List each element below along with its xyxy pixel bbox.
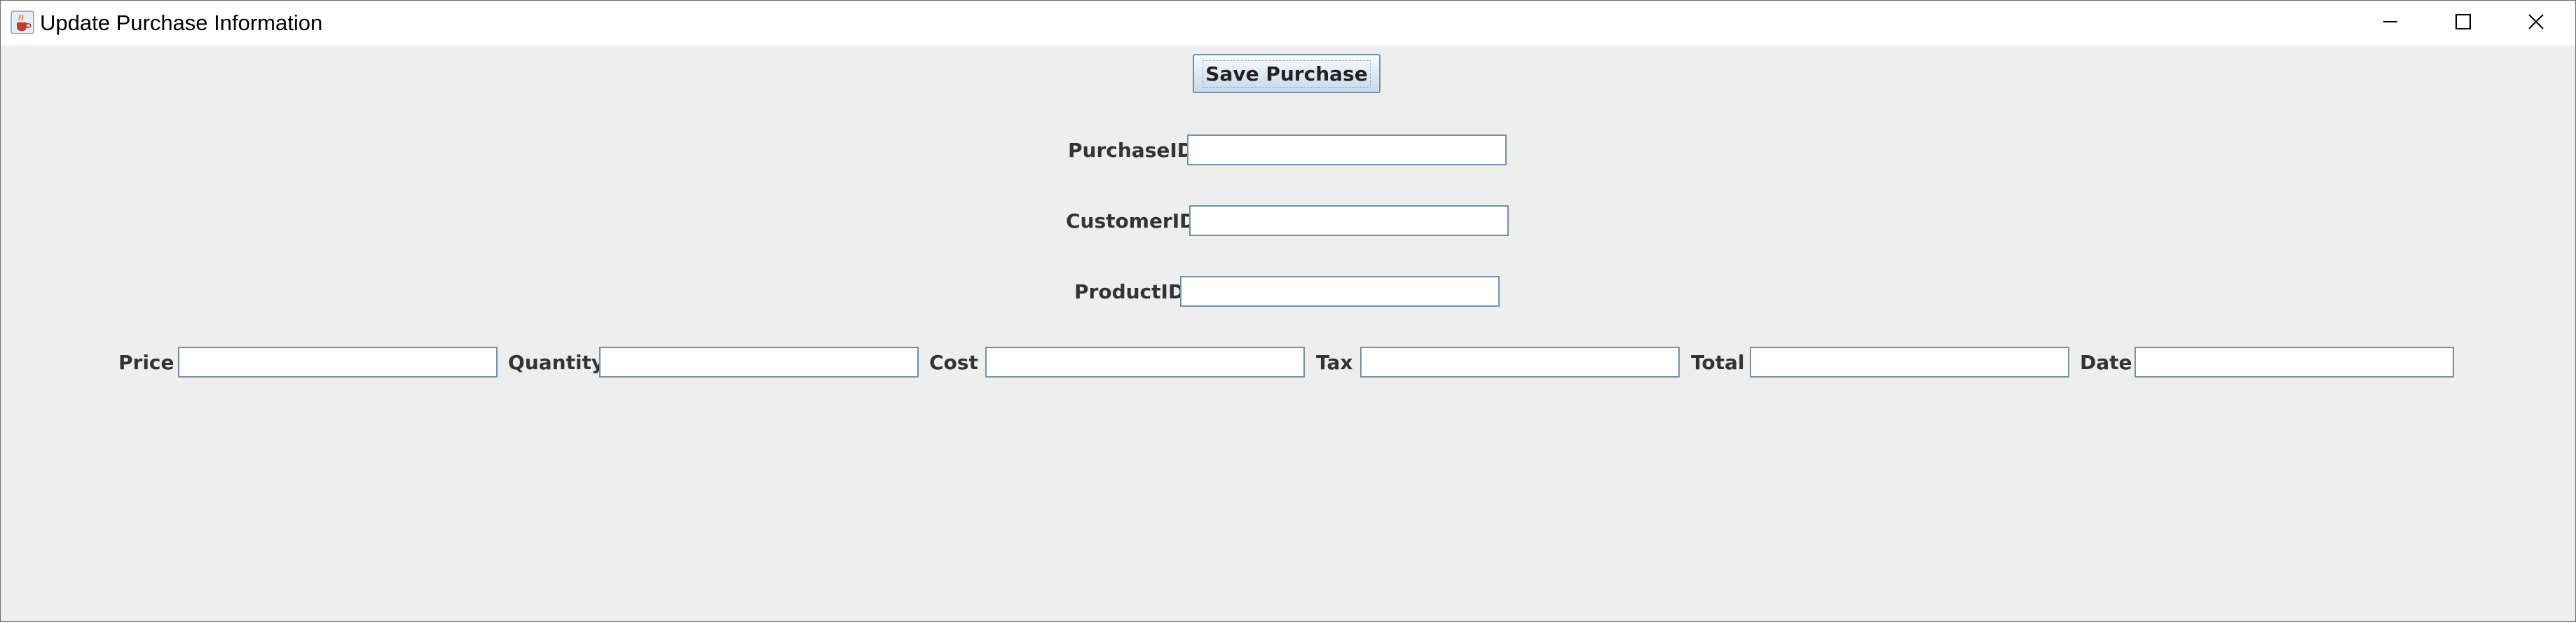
form-panel: Save Purchase PurchaseID CustomerID Prod… [1, 46, 2575, 621]
title-bar[interactable]: Update Purchase Information [1, 1, 2575, 46]
maximize-button[interactable] [2427, 1, 2500, 46]
window-title: Update Purchase Information [40, 11, 323, 35]
close-button[interactable] [2500, 1, 2572, 46]
price-label: Price [118, 351, 174, 374]
close-icon [2528, 13, 2544, 33]
maximize-icon [2455, 13, 2472, 33]
purchase-id-label: PurchaseID [1068, 139, 1194, 162]
app-window: Update Purchase Information Save Purchas… [0, 0, 2576, 622]
quantity-field[interactable] [599, 347, 919, 378]
product-id-label: ProductID [1074, 280, 1185, 303]
total-field[interactable] [1750, 347, 2069, 378]
java-cup-icon [11, 11, 34, 34]
date-field[interactable] [2135, 347, 2454, 378]
minimize-icon [2382, 13, 2399, 33]
customer-id-label: CustomerID [1066, 209, 1196, 233]
product-id-field[interactable] [1180, 276, 1500, 307]
purchase-id-field[interactable] [1187, 134, 1507, 165]
minimize-button[interactable] [2354, 1, 2427, 46]
tax-field[interactable] [1360, 347, 1680, 378]
save-purchase-label: Save Purchase [1203, 60, 1371, 88]
quantity-label: Quantity [508, 351, 605, 374]
save-purchase-button[interactable]: Save Purchase [1193, 54, 1381, 93]
tax-label: Tax [1316, 351, 1353, 374]
customer-id-field[interactable] [1189, 205, 1509, 236]
price-field[interactable] [178, 347, 498, 378]
total-label: Total [1691, 351, 1745, 374]
date-label: Date [2080, 351, 2132, 374]
cost-label: Cost [929, 351, 978, 374]
cost-field[interactable] [985, 347, 1305, 378]
